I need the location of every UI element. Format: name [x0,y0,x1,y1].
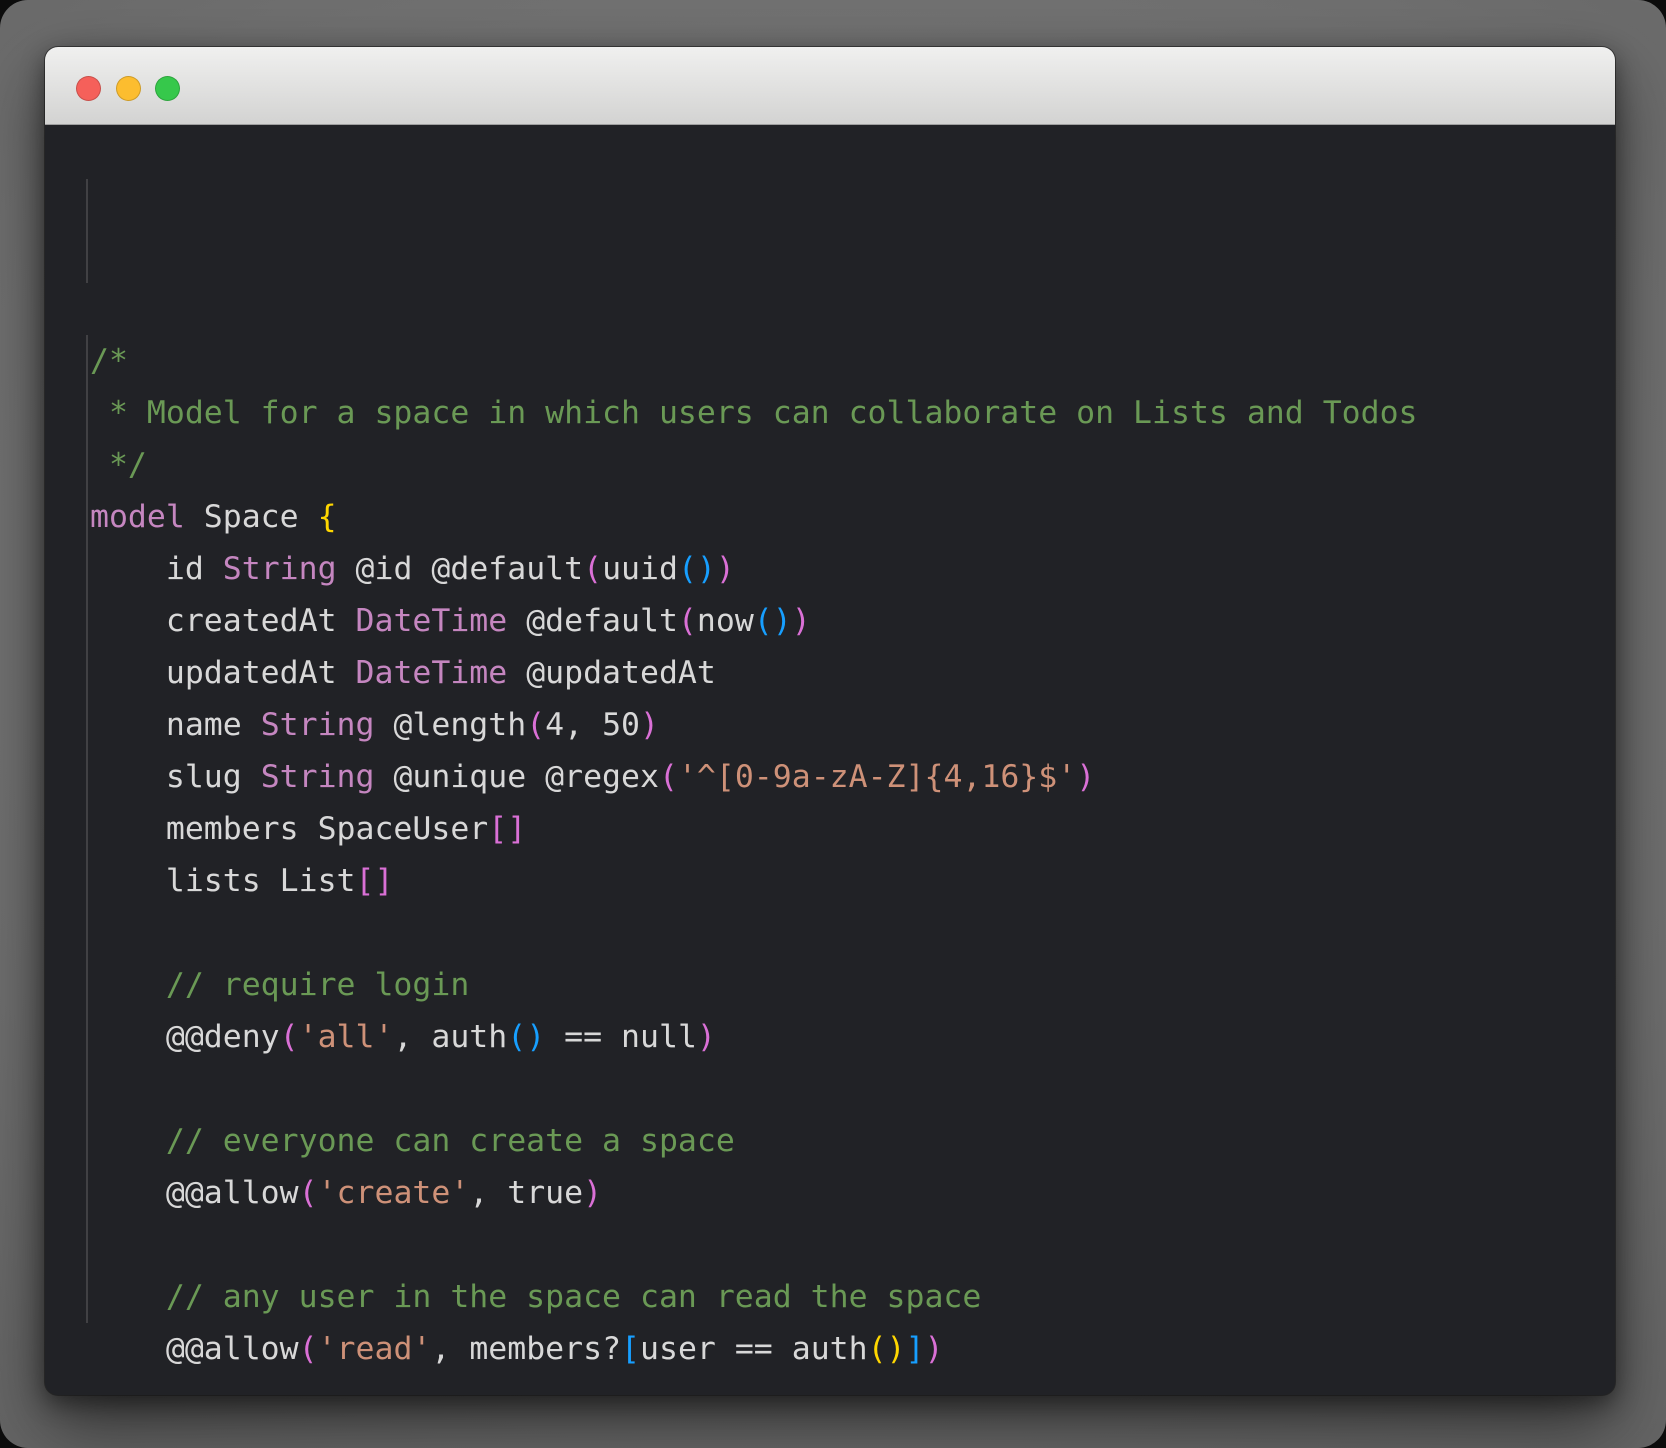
minimize-button[interactable] [116,76,141,101]
code-token: @updatedAt [507,655,716,691]
code-token: createdAt [90,603,356,639]
code-token: name [90,707,261,743]
code-token: 4, 50 [545,707,640,743]
code-token: /* [90,343,128,379]
code-line: slug String @unique @regex('^[0-9a-zA-Z]… [90,751,1587,803]
code-token: () [507,1019,546,1055]
code-token: ) [640,707,659,743]
code-token: ) [715,551,735,587]
code-token: members SpaceUser [90,811,489,847]
code-token: String [222,551,337,587]
code-token: () [753,603,792,639]
window-titlebar[interactable] [45,47,1615,125]
code-line: /* [90,335,1587,387]
code-token: // everyone can create a space [90,1123,735,1159]
desktop-background: /* * Model for a space in which users ca… [0,0,1666,1448]
code-token: 'read' [317,1331,432,1367]
code-token: ) [583,1175,603,1211]
code-token: @@allow [90,1175,299,1211]
code-line: // any user in the space can read the sp… [90,1271,1587,1323]
code-token: ( [526,707,546,743]
code-token: 'create' [317,1175,470,1211]
code-token: { [317,499,337,535]
code-token: @unique @regex [374,759,659,795]
code-line: model Space { [90,491,1587,543]
code-token: // require login [90,967,470,1003]
code-line: * Model for a space in which users can c… [90,387,1587,439]
code-line: members SpaceUser[] [90,803,1587,855]
code-token: ( [583,551,603,587]
code-line: @@deny('all', auth() == null) [90,1011,1587,1063]
code-line: @@allow('read', members?[user == auth()]… [90,1323,1587,1375]
code-line: // require login [90,959,1587,1011]
code-token: '^[0-9a-zA-Z]{4,16}$' [677,759,1077,795]
code-token: slug [90,759,261,795]
indent-guide [86,179,88,283]
code-token: ( [298,1175,318,1211]
code-line: lists List[] [90,855,1587,907]
code-token: ( [279,1019,299,1055]
code-token: String [260,759,375,795]
code-token: Space [184,499,318,535]
code-token: updatedAt [90,655,356,691]
indent-guide [86,335,88,1323]
code-token: */ [90,447,147,483]
code-token: == null [545,1019,697,1055]
code-token: ( [677,603,697,639]
code-token: [] [355,863,394,899]
code-token: @@deny [90,1019,280,1055]
code-token: model [90,499,185,535]
code-token: , members? [431,1331,622,1367]
code-token: () [677,551,716,587]
code-token: now [696,603,754,639]
code-token: // any user in the space can read the sp… [90,1279,982,1315]
code-token: ) [924,1331,944,1367]
code-token: @id @default [336,551,584,587]
code-token: ) [696,1019,716,1055]
editor-window: /* * Model for a space in which users ca… [45,47,1615,1395]
code-token: @length [374,707,527,743]
code-token: * Model for a space in which users can c… [90,395,1418,431]
code-line: */ [90,439,1587,491]
code-token: , true [469,1175,584,1211]
code-token: @default [507,603,678,639]
code-token: ( [298,1331,318,1367]
code-token: 'all' [298,1019,394,1055]
code-token: ) [791,603,811,639]
code-line: // everyone can create a space [90,1115,1587,1167]
code-line: createdAt DateTime @default(now()) [90,595,1587,647]
maximize-button[interactable] [155,76,180,101]
code-line: name String @length(4, 50) [90,699,1587,751]
code-line: @@allow('create', true) [90,1167,1587,1219]
code-token: ] [905,1331,925,1367]
code-line: updatedAt DateTime @updatedAt [90,647,1587,699]
code-token: DateTime [355,603,508,639]
code-token: ) [1076,759,1096,795]
code-token: @@allow [90,1331,299,1367]
code-token: [] [488,811,527,847]
code-token: uuid [602,551,678,587]
code-editor[interactable]: /* * Model for a space in which users ca… [45,126,1615,1395]
code-line: id String @id @default(uuid()) [90,543,1587,595]
code-token: [ [621,1331,641,1367]
code-token: lists List [90,863,356,899]
close-button[interactable] [76,76,101,101]
code-token: ( [658,759,678,795]
code-token: user == auth [640,1331,868,1367]
code-token: () [867,1331,906,1367]
code-token: DateTime [355,655,508,691]
code-token: String [260,707,375,743]
code-token: , auth [393,1019,508,1055]
code-token: id [90,551,223,587]
